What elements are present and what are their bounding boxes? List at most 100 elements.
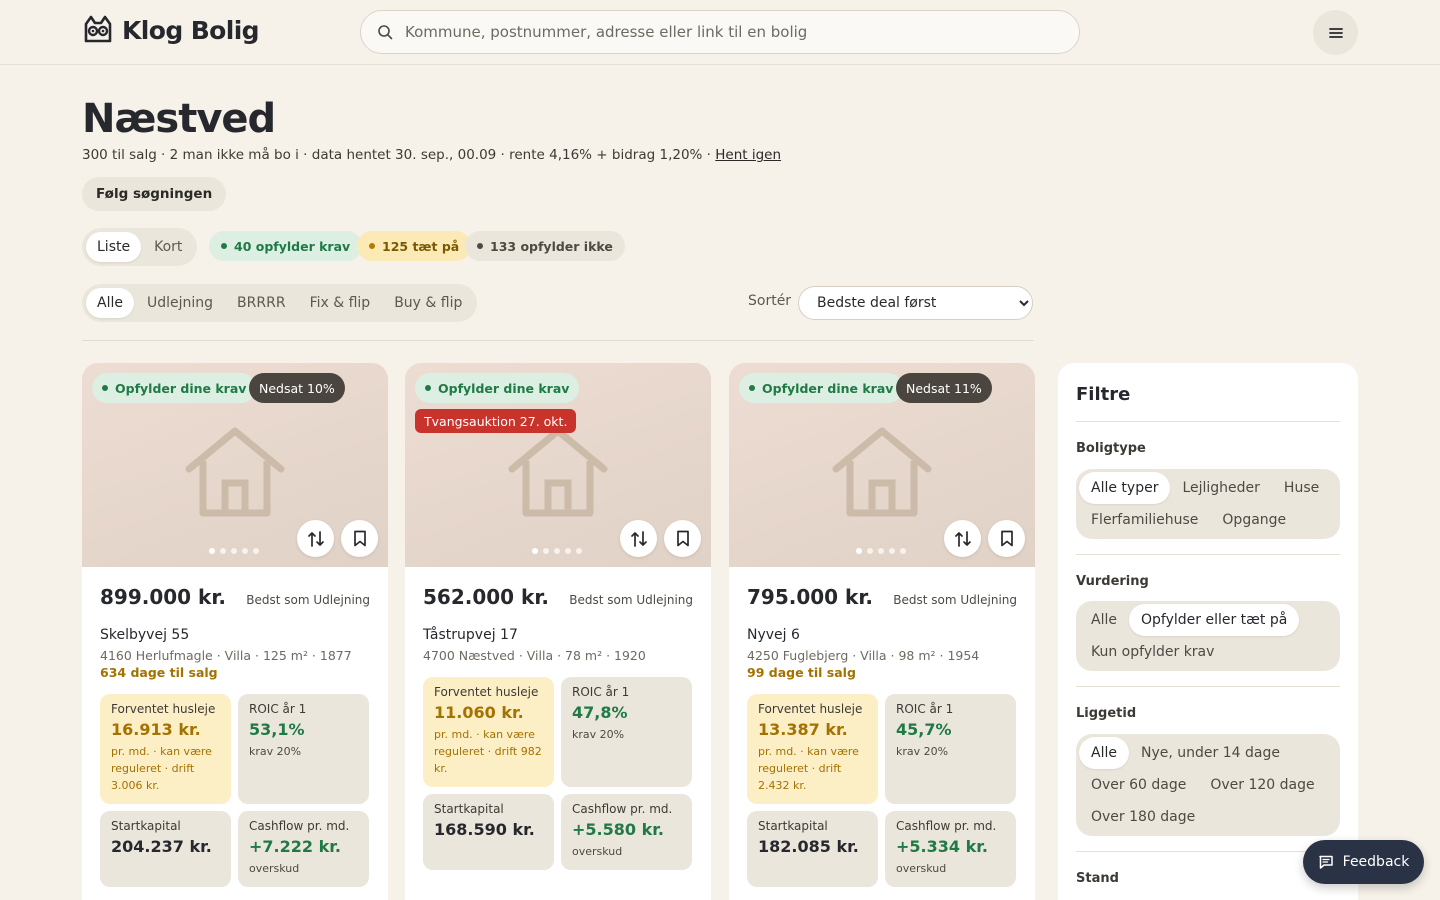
tab-buy-flip[interactable]: Buy & flip (383, 288, 473, 318)
bookmark-icon (1000, 530, 1013, 547)
carousel-dot[interactable] (231, 548, 237, 554)
tab-rental[interactable]: Udlejning (136, 288, 224, 318)
view-list-option[interactable]: Liste (86, 232, 142, 262)
bookmark-icon (353, 530, 366, 547)
tile-note: pr. md. · kan være reguleret · drift 3.0… (111, 745, 212, 792)
tile-value: 53,1% (249, 720, 305, 739)
filter-label-vurdering: Vurdering (1076, 574, 1149, 589)
tab-fix-flip[interactable]: Fix & flip (299, 288, 382, 318)
filter-option[interactable]: Over 180 dage (1079, 801, 1207, 833)
cashflow-tile: Cashflow pr. md. +5.334 kr. overskud (885, 811, 1016, 887)
tile-value: 182.085 kr. (758, 837, 859, 856)
save-bookmark-button[interactable] (664, 520, 701, 557)
compare-button[interactable] (620, 520, 657, 557)
carousel-dot[interactable] (867, 548, 873, 554)
search-meta: 300 til salg · 2 man ikke må bo i · data… (82, 147, 781, 163)
tile-label: Startkapital (434, 802, 504, 816)
follow-search-button[interactable]: Følg søgningen (82, 177, 227, 211)
listing-price: 899.000 kr. (100, 585, 226, 609)
meta-text: 300 til salg · 2 man ikke må bo i · data… (82, 147, 716, 163)
filter-option[interactable]: Opfylder eller tæt på (1128, 604, 1300, 636)
tile-note: overskud (572, 845, 623, 858)
search-input[interactable] (405, 23, 1079, 41)
listing-image[interactable]: Opfylder dine krav Tvangsauktion 27. okt… (405, 363, 711, 567)
listing-image[interactable]: Opfylder dine krav Nedsat 10% (82, 363, 388, 567)
listing-card[interactable]: Opfylder dine krav Nedsat 11% 795.000 kr… (729, 363, 1035, 900)
carousel-dot[interactable] (576, 548, 582, 554)
days-on-market: 634 dage til salg (100, 665, 218, 680)
carousel-dot[interactable] (565, 548, 571, 554)
compare-arrows-icon (954, 530, 971, 547)
filter-option[interactable]: Opgange (1210, 504, 1298, 536)
listing-address[interactable]: Skelbyvej 55 (100, 627, 189, 643)
meets-requirements-badge: Opfylder dine krav (415, 373, 580, 403)
carousel-dot[interactable] (543, 548, 549, 554)
filter-option[interactable]: Over 60 dage (1079, 769, 1198, 801)
house-placeholder-icon (508, 427, 608, 517)
carousel-dot[interactable] (878, 548, 884, 554)
filter-option[interactable]: Alle (1079, 604, 1129, 636)
compare-arrows-icon (307, 530, 324, 547)
filter-option[interactable]: Flerfamiliehuse (1079, 504, 1210, 536)
divider (1076, 851, 1340, 852)
logo[interactable]: Klog Bolig (82, 14, 260, 46)
carousel-dot[interactable] (253, 548, 259, 554)
filter-pill-meets[interactable]: 40 opfylder krav (209, 231, 363, 261)
search-bar[interactable] (360, 10, 1080, 54)
filter-option[interactable]: Alle (1079, 737, 1129, 769)
carousel-dot[interactable] (532, 548, 538, 554)
feedback-button[interactable]: Feedback (1303, 840, 1424, 884)
best-strategy: Bedst som Udlejning (569, 593, 693, 607)
tab-brrrr[interactable]: BRRRR (226, 288, 297, 318)
listing-card[interactable]: Opfylder dine krav Nedsat 10% 899.000 kr… (82, 363, 388, 900)
days-on-market: 99 dage til salg (747, 665, 856, 680)
tile-value: 16.913 kr. (111, 720, 201, 739)
menu-button[interactable] (1313, 10, 1358, 55)
status-dot (369, 243, 375, 249)
filter-option[interactable]: Kun opfylder krav (1079, 636, 1226, 668)
carousel-dot[interactable] (220, 548, 226, 554)
divider (1076, 686, 1340, 687)
filter-group-boligtype: Alle typer Lejligheder Huse Flerfamilieh… (1076, 469, 1340, 539)
listing-image[interactable]: Opfylder dine krav Nedsat 11% (729, 363, 1035, 567)
carousel-dots[interactable] (532, 548, 582, 554)
price-reduced-badge: Nedsat 11% (896, 373, 992, 403)
view-map-option[interactable]: Kort (143, 232, 193, 262)
filter-option[interactable]: Lejligheder (1170, 472, 1271, 504)
hamburger-icon (1328, 27, 1343, 38)
filter-option[interactable]: Huse (1272, 472, 1331, 504)
carousel-dot[interactable] (900, 548, 906, 554)
filter-pill-not-meets[interactable]: 133 opfylder ikke (465, 231, 625, 261)
save-bookmark-button[interactable] (988, 520, 1025, 557)
app-name: Klog Bolig (122, 15, 260, 45)
listing-card[interactable]: Opfylder dine krav Tvangsauktion 27. okt… (405, 363, 711, 900)
tab-all[interactable]: Alle (86, 288, 134, 318)
badge-label: Opfylder dine krav (438, 380, 570, 396)
carousel-dot[interactable] (554, 548, 560, 554)
status-dot (477, 243, 483, 249)
filter-option[interactable]: Over 120 dage (1198, 769, 1326, 801)
chat-bubble-icon (1318, 855, 1333, 869)
listing-address[interactable]: Nyvej 6 (747, 627, 800, 643)
filter-label-stand: Stand (1076, 871, 1119, 886)
filter-option[interactable]: Nye, under 14 dage (1129, 737, 1292, 769)
capital-tile: Startkapital 182.085 kr. (747, 811, 878, 887)
filter-option[interactable]: Alle typer (1079, 472, 1171, 504)
refresh-link[interactable]: Hent igen (715, 147, 781, 163)
compare-button[interactable] (297, 520, 334, 557)
tile-value: +5.334 kr. (896, 837, 988, 856)
filter-pill-close[interactable]: 125 tæt på (357, 231, 472, 261)
carousel-dot[interactable] (242, 548, 248, 554)
carousel-dot[interactable] (856, 548, 862, 554)
pill-label: 125 tæt på (382, 238, 460, 254)
save-bookmark-button[interactable] (341, 520, 378, 557)
carousel-dot[interactable] (209, 548, 215, 554)
rent-tile: Forventet husleje 16.913 kr. pr. md. · k… (100, 694, 231, 804)
carousel-dots[interactable] (209, 548, 259, 554)
sort-select[interactable]: Bedste deal først (798, 286, 1033, 320)
compare-button[interactable] (944, 520, 981, 557)
listing-address[interactable]: Tåstrupvej 17 (423, 627, 518, 643)
tile-label: Cashflow pr. md. (249, 819, 350, 833)
carousel-dots[interactable] (856, 548, 906, 554)
carousel-dot[interactable] (889, 548, 895, 554)
